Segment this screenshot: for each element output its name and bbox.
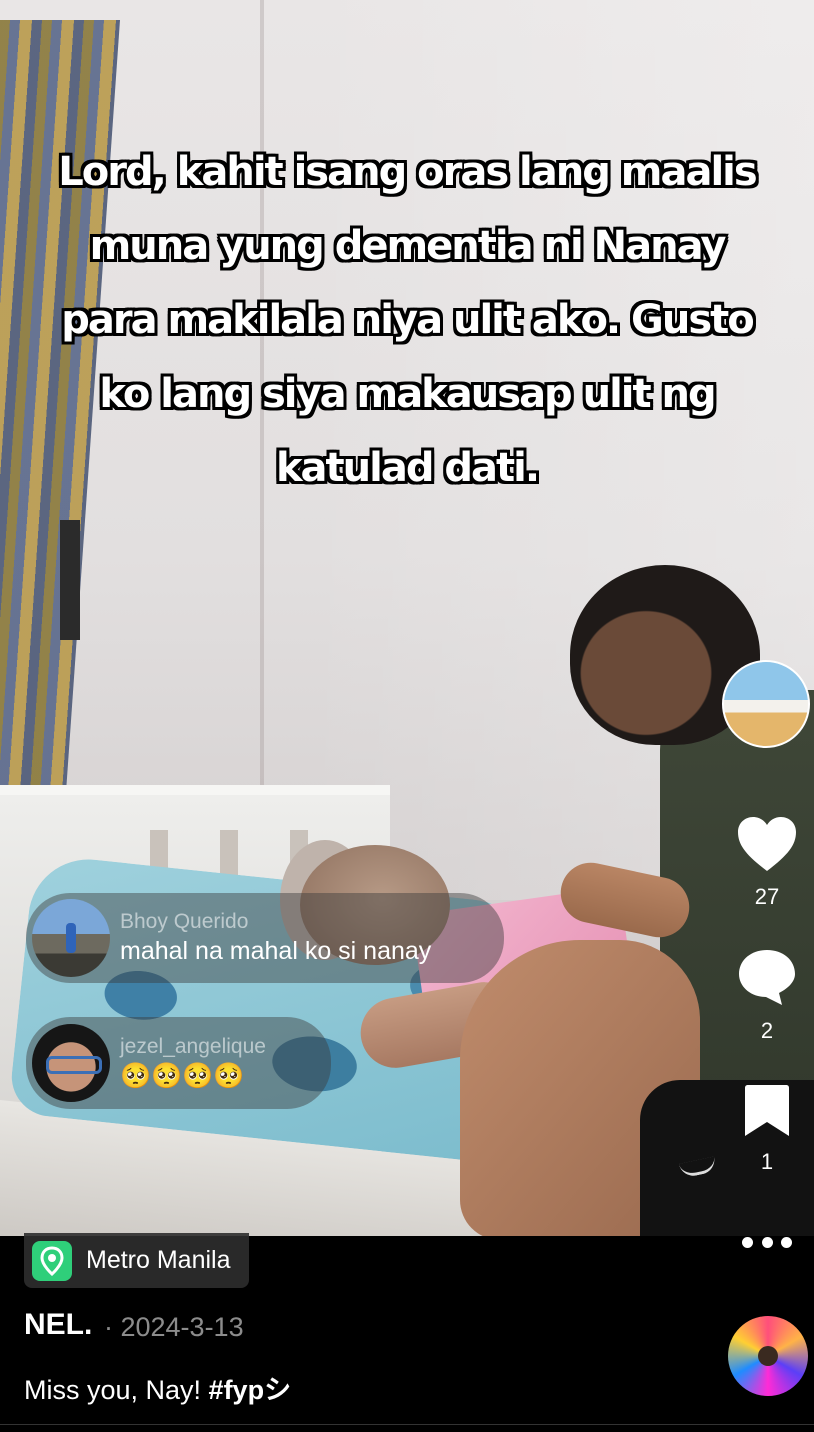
save-button[interactable]: 1	[730, 1082, 804, 1175]
post-date: · 2024-3-13	[104, 1312, 244, 1342]
divider	[0, 1424, 814, 1425]
location-name: Metro Manila	[86, 1246, 231, 1274]
dot	[761, 1236, 773, 1248]
save-count: 1	[760, 1149, 774, 1174]
location-tag[interactable]: Metro Manila	[24, 1233, 249, 1288]
creator-avatar[interactable]	[722, 660, 810, 748]
comment-text: 🥺🥺🥺🥺	[120, 1062, 245, 1090]
curtain-shadow	[60, 520, 80, 640]
commenter-avatar[interactable]	[32, 899, 110, 977]
comment-username: jezel_angelique	[120, 1035, 266, 1058]
music-disc-icon[interactable]	[728, 1316, 808, 1396]
live-comment[interactable]: Bhoy Querido mahal na mahal ko si nanay	[26, 893, 504, 983]
comment-username: Bhoy Querido	[120, 910, 249, 933]
hashtag-link[interactable]: #fypシ	[209, 1375, 292, 1405]
comment-bubble-icon	[739, 950, 795, 1005]
like-button[interactable]: 27	[730, 815, 804, 910]
bookmark-icon	[745, 1085, 789, 1136]
live-comment[interactable]: jezel_angelique 🥺🥺🥺🥺	[26, 1017, 331, 1109]
author-name[interactable]: NEL.	[24, 1308, 92, 1342]
comment-count: 2	[760, 1018, 774, 1043]
comment-button[interactable]: 2	[730, 947, 804, 1044]
like-count: 27	[754, 884, 780, 909]
comment-text: mahal na mahal ko si nanay	[120, 937, 432, 965]
more-dots-icon[interactable]	[742, 1232, 792, 1252]
dot	[742, 1236, 753, 1248]
commenter-avatar[interactable]	[32, 1024, 110, 1102]
post-description: Miss you, Nay! #fypシ	[24, 1368, 291, 1407]
location-pin-icon	[32, 1240, 72, 1281]
video-caption-overlay: Lord, kahit isang oras lang maalis muna …	[58, 149, 757, 491]
description-text: Miss you, Nay!	[24, 1375, 209, 1405]
dot	[781, 1236, 792, 1248]
heart-icon	[738, 817, 796, 871]
